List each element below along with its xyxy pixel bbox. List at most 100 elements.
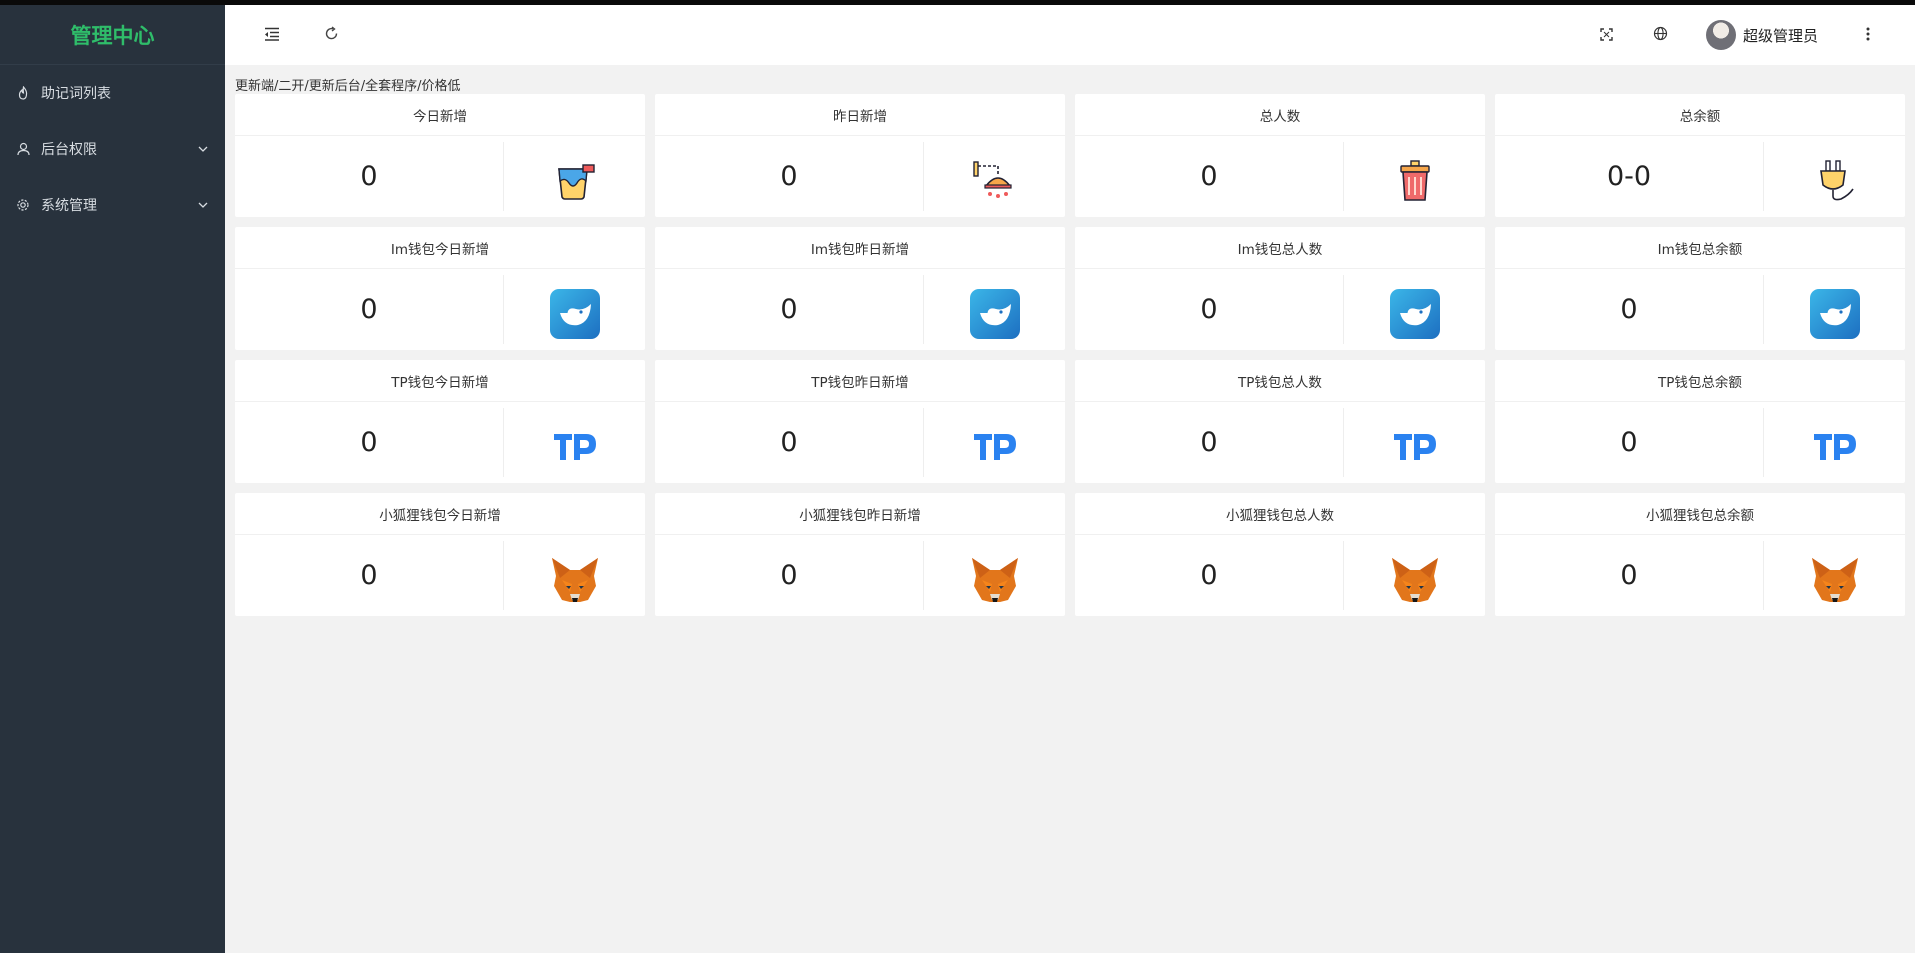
stat-card-value: 0-0	[1606, 161, 1652, 192]
stat-card-body: 0	[235, 535, 645, 616]
menu-fold-icon	[264, 26, 280, 45]
language-button[interactable]	[1641, 15, 1681, 55]
stat-card-title: Im钱包总人数	[1075, 227, 1485, 269]
sidebar-item-mnemonic-list[interactable]: 助记词列表	[0, 65, 225, 121]
metamask-fox-icon	[550, 555, 600, 605]
user-icon	[16, 142, 30, 156]
fire-icon	[16, 86, 30, 100]
stat-card: 总人数 0	[1075, 94, 1485, 217]
paint-bucket-icon	[550, 156, 600, 206]
tokenpocket-logo-icon	[550, 422, 600, 472]
tokenpocket-logo-icon	[1810, 422, 1860, 472]
stat-card-body: 0	[1075, 535, 1485, 616]
stat-card-icon-area	[924, 136, 1065, 217]
tokenpocket-logo-icon	[970, 422, 1020, 472]
refresh-icon	[324, 25, 339, 45]
stat-card-value: 0	[1620, 560, 1638, 591]
stat-card: 小狐狸钱包今日新增 0	[235, 493, 645, 616]
refresh-button[interactable]	[311, 15, 351, 55]
stat-card-title: 小狐狸钱包总人数	[1075, 493, 1485, 535]
stat-card-value: 0	[360, 294, 378, 325]
stat-card-title: Im钱包昨日新增	[655, 227, 1065, 269]
stat-card-title: TP钱包昨日新增	[655, 360, 1065, 402]
menu-fold-button[interactable]	[252, 15, 292, 55]
stat-card: 昨日新增 0	[655, 94, 1065, 217]
stat-card-body: 0-0	[1495, 136, 1905, 217]
gear-icon	[16, 198, 30, 212]
sidebar-item-label: 助记词列表	[41, 86, 111, 102]
metamask-fox-icon	[1390, 555, 1440, 605]
stat-card-body: 0	[235, 136, 645, 217]
stat-card-title: 小狐狸钱包昨日新增	[655, 493, 1065, 535]
stat-card-icon-area	[1764, 402, 1905, 483]
stat-card-icon-area	[924, 269, 1065, 350]
stats-grid: 今日新增 0 昨日新增 0 总人数 0 总余额 0-0 Im钱包今日新增 0 Im钱包昨日…	[235, 94, 1905, 616]
stat-card-body: 0	[1075, 402, 1485, 483]
fullscreen-button[interactable]	[1587, 15, 1627, 55]
metamask-fox-icon	[970, 555, 1020, 605]
stat-card-icon-area	[1764, 269, 1905, 350]
chevron-down-icon	[197, 143, 209, 155]
stat-card-body: 0	[1075, 136, 1485, 217]
stat-card-icon-area	[504, 402, 645, 483]
stat-card-title: TP钱包总人数	[1075, 360, 1485, 402]
fullscreen-icon	[1600, 26, 1614, 45]
stat-card-value: 0	[1200, 161, 1218, 192]
stat-card-value: 0	[780, 427, 798, 458]
stat-card-value: 0	[780, 294, 798, 325]
stat-card-title: 总人数	[1075, 94, 1485, 136]
stat-card-value: 0	[780, 161, 798, 192]
user-menu[interactable]: 超级管理员	[1705, 20, 1818, 50]
sidebar-item-system-management[interactable]: 系统管理	[0, 177, 225, 233]
tokenpocket-logo-icon	[1390, 422, 1440, 472]
stat-card-icon-area	[1344, 402, 1485, 483]
stat-card-title: TP钱包今日新增	[235, 360, 645, 402]
stat-card-icon-area	[924, 535, 1065, 616]
stat-card-body: 0	[655, 535, 1065, 616]
stat-card-icon-area	[504, 269, 645, 350]
sidebar-item-admin-permissions[interactable]: 后台权限	[0, 121, 225, 177]
imtoken-logo-icon	[549, 288, 600, 339]
plug-icon	[1810, 156, 1860, 206]
app-logo-title[interactable]: 管理中心	[0, 5, 225, 65]
stat-card: Im钱包今日新增 0	[235, 227, 645, 350]
stat-card-title: Im钱包今日新增	[235, 227, 645, 269]
more-vertical-icon	[1866, 26, 1870, 45]
stat-card: TP钱包总余额 0	[1495, 360, 1905, 483]
user-name: 超级管理员	[1742, 26, 1818, 45]
stat-card-icon-area	[1344, 535, 1485, 616]
stat-card-body: 0	[655, 402, 1065, 483]
stat-card: 今日新增 0	[235, 94, 645, 217]
stat-card-title: 昨日新增	[655, 94, 1065, 136]
chevron-down-icon	[197, 199, 209, 211]
stat-card-value: 0	[1620, 427, 1638, 458]
stat-card-icon-area	[1764, 136, 1905, 217]
stat-card-value: 0	[1200, 427, 1218, 458]
stat-card-value: 0	[1200, 294, 1218, 325]
stat-card-value: 0	[1620, 294, 1638, 325]
more-options-button[interactable]	[1848, 15, 1888, 55]
stat-card-title: Im钱包总余额	[1495, 227, 1905, 269]
top-header: 超级管理员	[225, 5, 1915, 65]
stat-card-body: 0	[655, 269, 1065, 350]
imtoken-logo-icon	[969, 288, 1020, 339]
stat-card-title: 小狐狸钱包总余额	[1495, 493, 1905, 535]
stat-card-body: 0	[1495, 402, 1905, 483]
stat-card: Im钱包总人数 0	[1075, 227, 1485, 350]
stat-card-body: 0	[1075, 269, 1485, 350]
stat-card-value: 0	[360, 560, 378, 591]
stat-card: 小狐狸钱包总余额 0	[1495, 493, 1905, 616]
stat-card-body: 0	[235, 402, 645, 483]
stat-card-value: 0	[780, 560, 798, 591]
stat-card-body: 0	[655, 136, 1065, 217]
stat-card: Im钱包昨日新增 0	[655, 227, 1065, 350]
stat-card-body: 0	[1495, 535, 1905, 616]
stat-card-body: 0	[235, 269, 645, 350]
trash-bin-icon	[1390, 156, 1440, 206]
avatar	[1705, 20, 1736, 50]
imtoken-logo-icon	[1809, 288, 1860, 339]
stat-card-icon-area	[1344, 136, 1485, 217]
imtoken-logo-icon	[1389, 288, 1440, 339]
metamask-fox-icon	[1810, 555, 1860, 605]
stat-card-value: 0	[360, 161, 378, 192]
